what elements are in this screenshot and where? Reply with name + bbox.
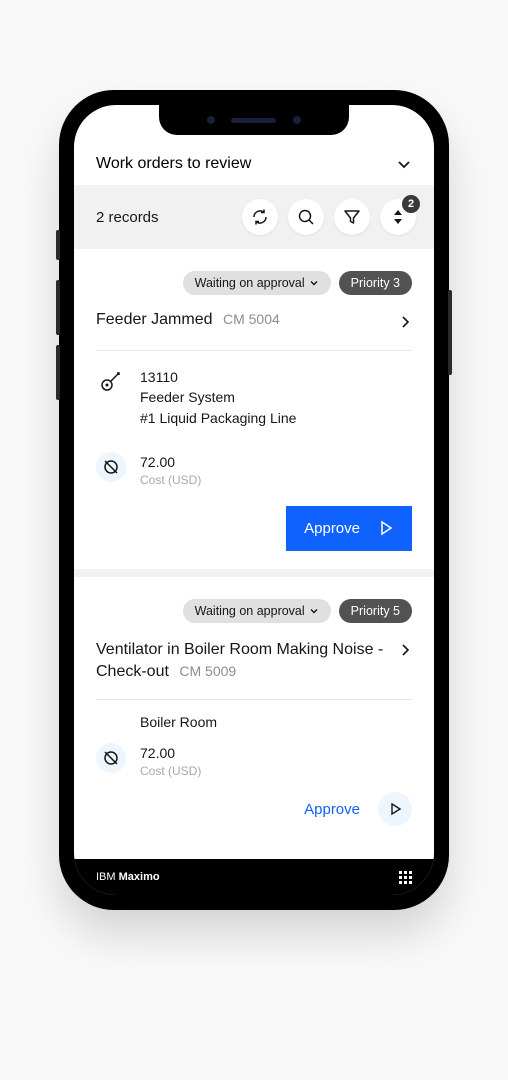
asset-line: #1 Liquid Packaging Line	[140, 408, 296, 428]
sort-badge: 2	[402, 195, 420, 213]
chevron-down-icon	[309, 606, 319, 616]
record-title: Feeder Jammed	[96, 311, 213, 328]
status-pill[interactable]: Waiting on approval	[183, 599, 331, 623]
record-title: Ventilator in Boiler Room Making Noise -…	[96, 641, 383, 680]
cost-value: 72.00	[140, 452, 201, 472]
cost-icon	[96, 452, 126, 482]
chevron-down-icon	[309, 278, 319, 288]
app-footer: IBM Maximo	[74, 859, 434, 895]
records-count-label: 2 records	[96, 209, 242, 226]
record-title-row[interactable]: Feeder Jammed CM 5004	[96, 311, 412, 351]
cost-value: 72.00	[140, 743, 201, 763]
location-block: Boiler Room	[96, 700, 412, 736]
sort-button[interactable]: 2	[380, 199, 416, 235]
approve-button[interactable]: Approve	[304, 792, 412, 826]
record-code: CM 5009	[179, 663, 236, 679]
record-title-row[interactable]: Ventilator in Boiler Room Making Noise -…	[96, 639, 412, 701]
asset-icon	[96, 367, 126, 397]
play-icon	[378, 520, 394, 536]
chevron-right-icon	[398, 315, 412, 329]
record-code: CM 5004	[223, 311, 280, 327]
filter-icon	[343, 208, 361, 226]
header-title: Work orders to review	[96, 155, 251, 173]
sort-icon	[392, 210, 404, 224]
asset-id: 13110	[140, 367, 296, 387]
refresh-button[interactable]	[242, 199, 278, 235]
records-list: Waiting on approval Priority 3 Feeder Ja…	[74, 249, 434, 865]
search-icon	[297, 208, 315, 226]
record-card: Waiting on approval Priority 5 Ventilato…	[74, 599, 434, 827]
asset-block: 13110 Feeder System #1 Liquid Packaging …	[96, 351, 412, 436]
cost-label: Cost (USD)	[140, 763, 201, 780]
priority-pill: Priority 3	[339, 271, 412, 295]
chevron-down-icon	[396, 156, 412, 172]
status-pill[interactable]: Waiting on approval	[183, 271, 331, 295]
app-grid-icon[interactable]	[399, 871, 412, 884]
approve-button[interactable]: Approve	[286, 506, 412, 551]
search-button[interactable]	[288, 199, 324, 235]
play-icon	[388, 802, 402, 816]
toolbar: 2 records	[74, 185, 434, 249]
location-name: Boiler Room	[140, 712, 217, 732]
filter-button[interactable]	[334, 199, 370, 235]
footer-brand: IBM Maximo	[96, 871, 160, 883]
priority-pill: Priority 5	[339, 599, 412, 623]
cost-icon	[96, 743, 126, 773]
cost-label: Cost (USD)	[140, 472, 201, 489]
cost-block: 72.00 Cost (USD)	[96, 737, 412, 789]
asset-name: Feeder System	[140, 387, 296, 407]
refresh-icon	[251, 208, 269, 226]
cost-block: 72.00 Cost (USD)	[96, 436, 412, 498]
chevron-right-icon	[398, 643, 412, 657]
record-card: Waiting on approval Priority 3 Feeder Ja…	[74, 271, 434, 577]
